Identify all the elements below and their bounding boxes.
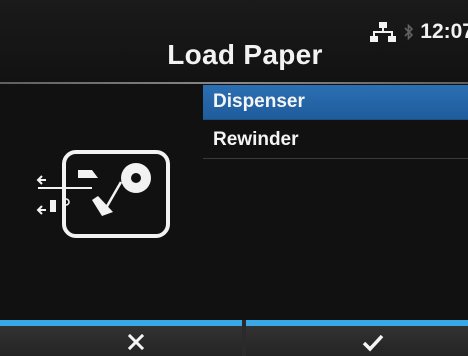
network-icon — [370, 22, 397, 42]
cross-icon — [128, 334, 144, 350]
cancel-button[interactable] — [0, 320, 242, 356]
status-area: 12:07 — [370, 20, 468, 44]
menu-item-dispenser[interactable]: Dispenser — [203, 85, 468, 120]
clock: 12:07 — [420, 20, 468, 43]
printer-screen: Load Paper 12:07 Dispenser Rewinder — [0, 0, 468, 356]
printer-paper-path-icon — [36, 150, 170, 238]
menu-list: Dispenser Rewinder — [203, 85, 468, 159]
bluetooth-icon — [404, 23, 414, 41]
bottom-bar — [0, 320, 468, 356]
header: Load Paper 12:07 — [0, 0, 468, 82]
header-divider — [0, 82, 468, 84]
checkmark-icon — [362, 334, 384, 352]
menu-item-rewinder[interactable]: Rewinder — [203, 120, 468, 159]
confirm-button[interactable] — [246, 320, 468, 356]
